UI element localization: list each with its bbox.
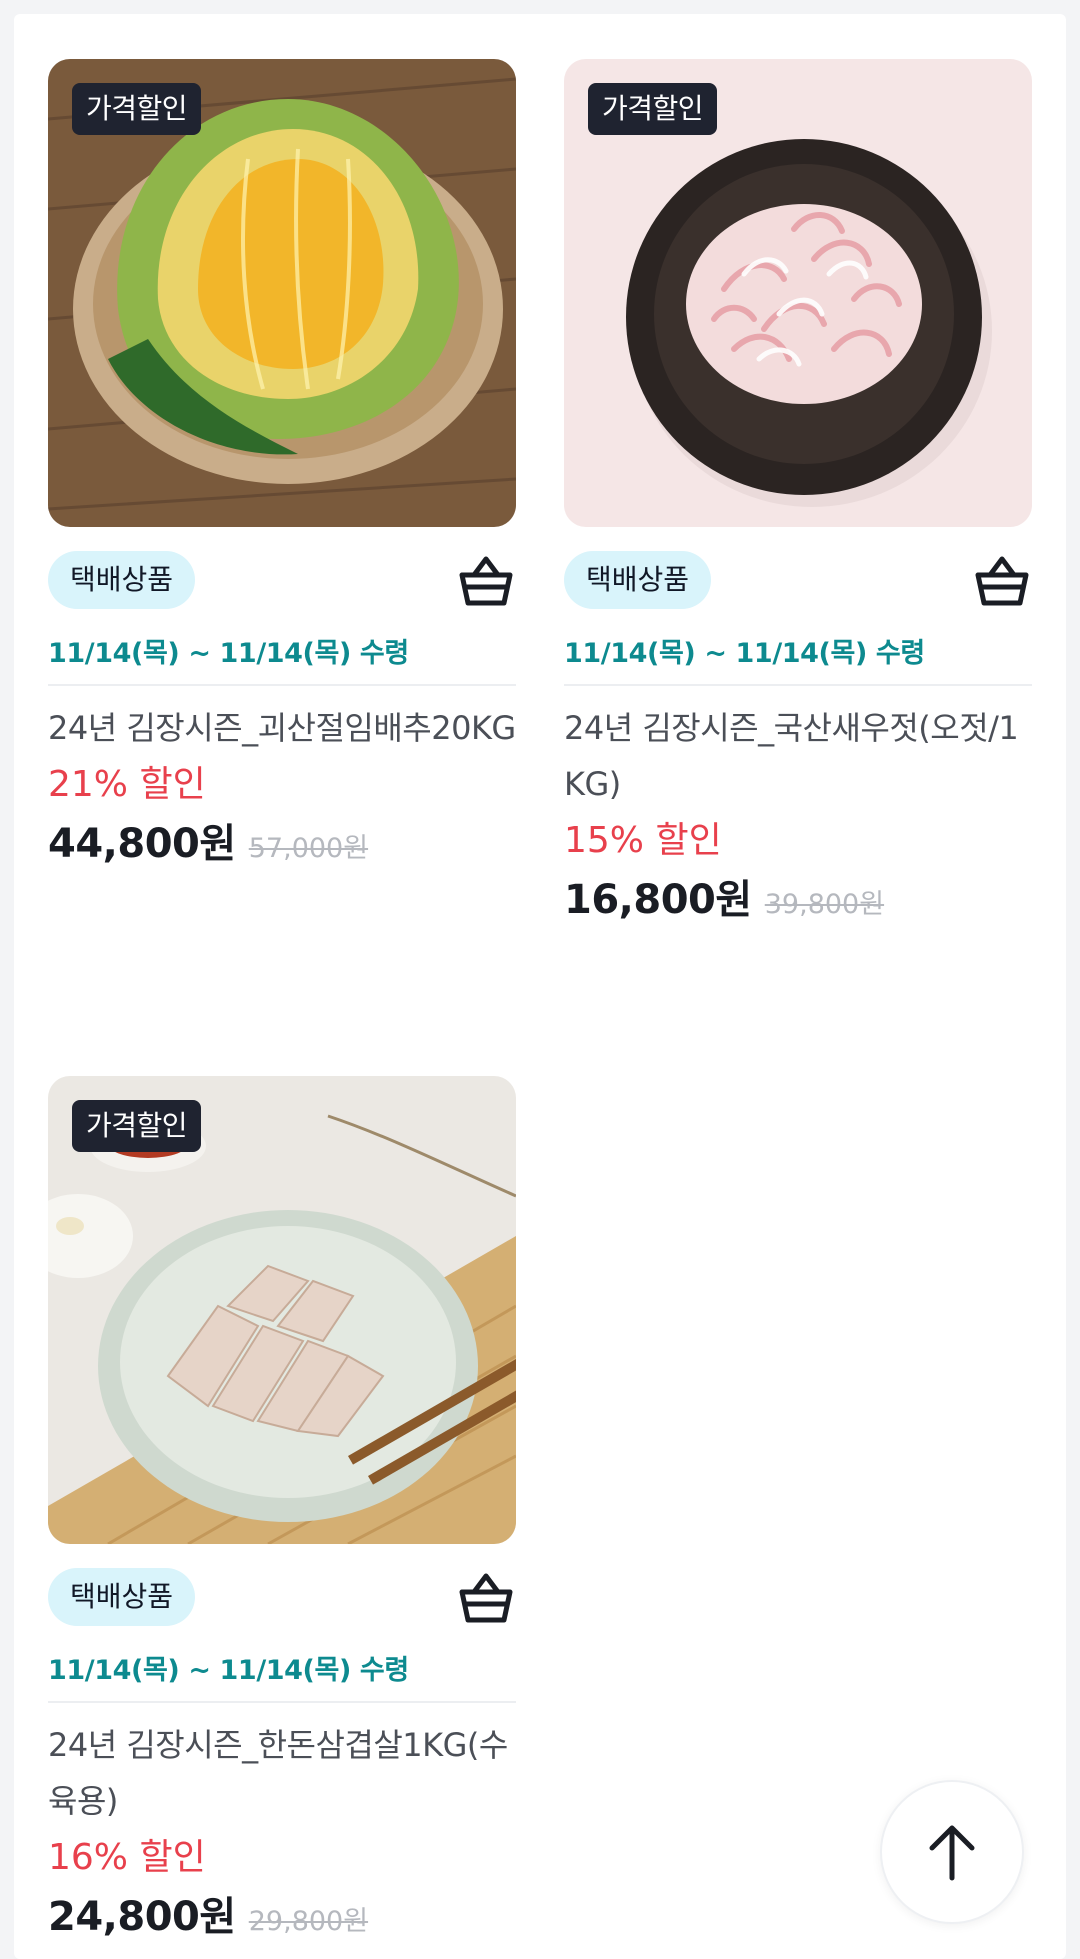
delivery-tag: 택배상품 [564,551,712,609]
sale-badge: 가격할인 [72,1100,202,1152]
pickup-date: 11/14(목) ~ 11/14(목) 수령 [564,631,1032,686]
discount-rate: 16% 할인 [48,1837,206,1878]
original-price: 39,800원 [764,889,885,920]
scroll-to-top-button[interactable] [880,1780,1024,1924]
delivery-tag: 택배상품 [48,1568,196,1626]
product-meta-row: 택배상품 [48,551,516,611]
price-row: 16,800원 39,800원 [564,870,1032,938]
add-to-cart-button[interactable] [972,551,1032,611]
product-meta-row: 택배상품 [48,1568,516,1628]
original-price: 57,000원 [248,833,369,864]
shopping-basket-icon [975,556,1029,606]
product-image[interactable]: 가격할인 [48,59,516,527]
product-title[interactable]: 24년 김장시즌_국산새우젓(오젓/1KG) [564,700,1032,812]
product-card[interactable]: 가격할인 택배상품 11/14(목) ~ 11/14(목) 수령 24년 김장시… [48,1076,516,1955]
arrow-up-icon [929,1825,975,1881]
add-to-cart-button[interactable] [456,1568,516,1628]
sale-price: 44,800원 [48,821,236,867]
original-price: 29,800원 [248,1906,369,1937]
product-title[interactable]: 24년 김장시즌_한돈삼겹살1KG(수육용) [48,1717,516,1829]
product-card[interactable]: 가격할인 택배상품 11/14(목) ~ 11/14(목) 수령 24년 김장시… [48,59,516,882]
product-title[interactable]: 24년 김장시즌_괴산절임배추20KG [48,700,516,756]
price-row: 44,800원 57,000원 [48,814,516,882]
sale-price: 16,800원 [564,877,752,923]
pickup-date: 11/14(목) ~ 11/14(목) 수령 [48,631,516,686]
sale-badge: 가격할인 [72,83,202,135]
price-row: 24,800원 29,800원 [48,1887,516,1955]
product-card[interactable]: 가격할인 택배상품 11/14(목) ~ 11/14(목) 수령 24년 김장시… [564,59,1032,938]
discount-rate: 21% 할인 [48,764,206,805]
shopping-basket-icon [459,556,513,606]
shopping-basket-icon [459,1573,513,1623]
pickup-date: 11/14(목) ~ 11/14(목) 수령 [48,1648,516,1703]
sale-price: 24,800원 [48,1894,236,1940]
delivery-tag: 택배상품 [48,551,196,609]
product-grid-page: 가격할인 택배상품 11/14(목) ~ 11/14(목) 수령 24년 김장시… [14,14,1066,1959]
discount-rate: 15% 할인 [564,820,722,861]
product-meta-row: 택배상품 [564,551,1032,611]
product-image[interactable]: 가격할인 [564,59,1032,527]
product-image[interactable]: 가격할인 [48,1076,516,1544]
sale-badge: 가격할인 [588,83,718,135]
add-to-cart-button[interactable] [456,551,516,611]
